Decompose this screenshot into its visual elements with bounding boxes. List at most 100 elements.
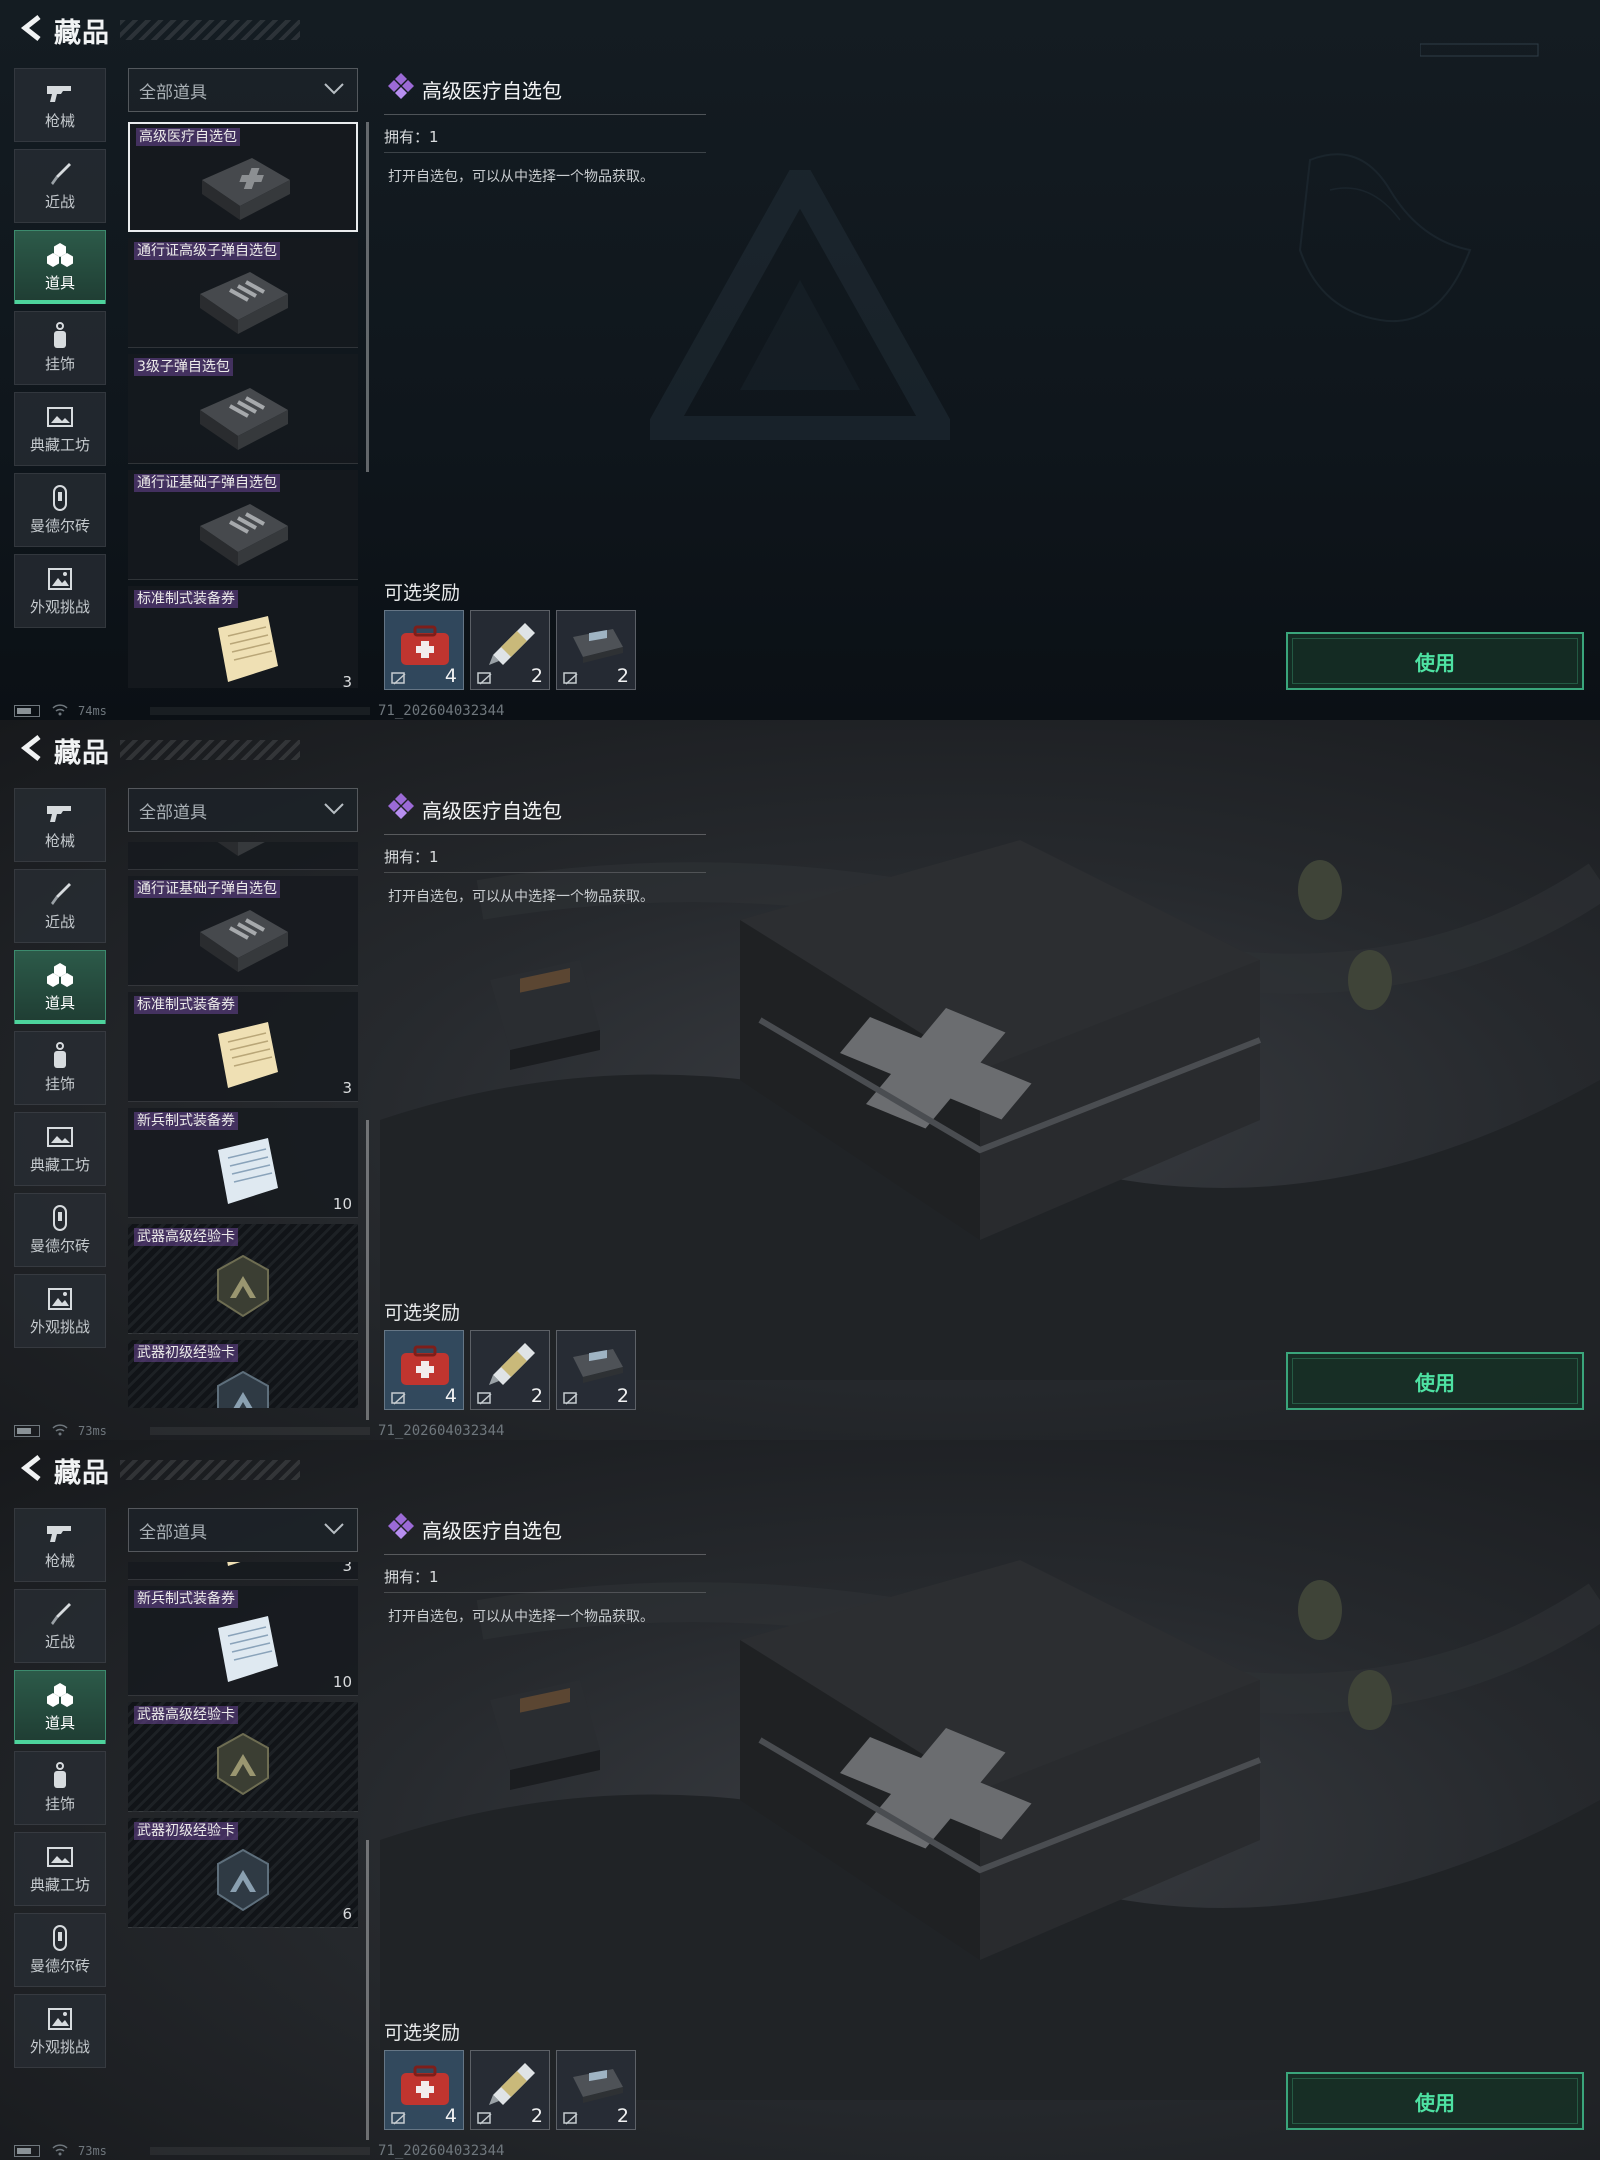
lock-icon <box>477 2111 493 2125</box>
nav-item-1[interactable]: 近战 <box>14 869 106 943</box>
reward-count: 2 <box>530 665 543 687</box>
detail-title: 高级医疗自选包 <box>422 78 562 103</box>
reward-slot-1[interactable]: 2 <box>470 1330 550 1410</box>
reward-slot-0[interactable]: 4 <box>384 2050 464 2130</box>
image-icon <box>45 2006 75 2032</box>
item-list[interactable]: 高级医疗自选包 通行证高级子弹自选包 3级子弹自选包 通行证基础子弹自选包 标准… <box>128 122 358 688</box>
item-count: 3 <box>342 673 352 688</box>
nav-item-6[interactable]: 外观挑战 <box>14 1994 106 2068</box>
header: 藏品 <box>14 12 110 49</box>
nav-item-4[interactable]: 典藏工坊 <box>14 392 106 466</box>
reward-slot-2[interactable]: 2 <box>556 2050 636 2130</box>
reward-slot-2[interactable]: 2 <box>556 610 636 690</box>
list-item-4[interactable]: 标准制式装备券 3 <box>128 1562 358 1580</box>
page-title: 藏品 <box>54 1457 110 1489</box>
nav-item-1[interactable]: 近战 <box>14 149 106 223</box>
list-item-5[interactable]: 新兵制式装备券 10 <box>128 1108 358 1218</box>
back-button[interactable] <box>14 12 50 48</box>
item-list[interactable]: 高级医疗自选包 通行证高级子弹自选包 3级子弹自选包 通行证基础子弹自选包 标准… <box>128 842 358 1408</box>
gun-icon <box>45 1520 75 1546</box>
list-scrollbar[interactable] <box>366 1120 369 1420</box>
ping-text: 73ms <box>78 1424 107 1438</box>
device-icon <box>567 2059 627 2111</box>
item-name: 标准制式装备券 <box>134 590 238 608</box>
use-label: 使用 <box>1415 1370 1455 1395</box>
chevron-down-icon <box>323 801 345 821</box>
back-arrow-icon <box>19 14 45 46</box>
nav-item-4[interactable]: 典藏工坊 <box>14 1832 106 1906</box>
nav-item-0[interactable]: 枪械 <box>14 788 106 862</box>
detail-header: 高级医疗自选包 <box>386 792 562 826</box>
list-item-4[interactable]: 标准制式装备券 3 <box>128 586 358 688</box>
nav-item-2[interactable]: 道具 <box>14 950 106 1024</box>
list-item-1[interactable]: 通行证高级子弹自选包 <box>128 238 358 348</box>
back-button[interactable] <box>14 732 50 768</box>
knife-icon <box>45 161 75 187</box>
nav-label: 典藏工坊 <box>29 1875 90 1894</box>
nav-label: 枪械 <box>44 831 75 850</box>
reward-slot-2[interactable]: 2 <box>556 1330 636 1410</box>
nav-item-5[interactable]: 曼德尔砖 <box>14 1193 106 1267</box>
nav-item-3[interactable]: 挂饰 <box>14 1751 106 1825</box>
filter-dropdown[interactable]: 全部道具 <box>128 788 358 832</box>
reward-slot-0[interactable]: 4 <box>384 610 464 690</box>
hud-decoration <box>1419 40 1540 63</box>
build-id: 71_202604032344 <box>378 703 505 719</box>
lock-icon <box>563 671 579 685</box>
list-item-6[interactable]: 武器高级经验卡 <box>128 1224 358 1334</box>
nav-item-0[interactable]: 枪械 <box>14 1508 106 1582</box>
list-item-7[interactable]: 武器初级经验卡 6 <box>128 1818 358 1928</box>
nav-item-1[interactable]: 近战 <box>14 1589 106 1663</box>
category-sidebar: 枪械 近战 道具 挂饰 典藏工坊 曼德尔砖 外观挑战 <box>14 788 106 1355</box>
list-item-2[interactable]: 3级子弹自选包 <box>128 354 358 464</box>
use-button[interactable]: 使用 <box>1286 1352 1584 1410</box>
device-icon <box>567 619 627 671</box>
nav-item-3[interactable]: 挂饰 <box>14 311 106 385</box>
image-icon <box>45 566 75 592</box>
filter-dropdown[interactable]: 全部道具 <box>128 68 358 112</box>
list-item-6[interactable]: 武器高级经验卡 <box>128 1702 358 1812</box>
nav-item-3[interactable]: 挂饰 <box>14 1031 106 1105</box>
rewards-heading: 可选奖励 <box>384 2022 461 2044</box>
list-item-4[interactable]: 标准制式装备券 3 <box>128 992 358 1102</box>
nav-item-2[interactable]: 道具 <box>14 1670 106 1744</box>
reward-count: 2 <box>616 2105 629 2127</box>
nav-item-2[interactable]: 道具 <box>14 230 106 304</box>
battery-icon <box>14 705 40 717</box>
map-outline <box>1298 153 1472 323</box>
list-scrollbar[interactable] <box>366 122 369 472</box>
reward-slot-1[interactable]: 2 <box>470 610 550 690</box>
owned-count: 拥有：1 <box>384 1568 439 1586</box>
back-button[interactable] <box>14 1452 50 1488</box>
use-button[interactable]: 使用 <box>1286 632 1584 690</box>
nav-item-0[interactable]: 枪械 <box>14 68 106 142</box>
item-thumbnail <box>188 1562 298 1572</box>
list-item-3[interactable]: 通行证基础子弹自选包 <box>128 470 358 580</box>
divider <box>384 872 706 873</box>
nav-item-6[interactable]: 外观挑战 <box>14 1274 106 1348</box>
nav-item-4[interactable]: 典藏工坊 <box>14 1112 106 1186</box>
list-item-2[interactable]: 3级子弹自选包 <box>128 842 358 870</box>
divider <box>384 1592 706 1593</box>
reward-count: 4 <box>444 2105 457 2127</box>
radio-prop <box>490 1680 600 1790</box>
use-button[interactable]: 使用 <box>1286 2072 1584 2130</box>
nav-item-6[interactable]: 外观挑战 <box>14 554 106 628</box>
filter-dropdown[interactable]: 全部道具 <box>128 1508 358 1552</box>
chevron-down-icon <box>323 1521 345 1541</box>
item-thumbnail <box>188 902 298 978</box>
list-item-5[interactable]: 新兵制式装备券 10 <box>128 1586 358 1696</box>
list-item-0[interactable]: 高级医疗自选包 <box>128 122 358 232</box>
nav-label: 道具 <box>44 993 75 1012</box>
list-item-7[interactable]: 武器初级经验卡 6 <box>128 1340 358 1408</box>
nav-item-5[interactable]: 曼德尔砖 <box>14 473 106 547</box>
nav-item-5[interactable]: 曼德尔砖 <box>14 1913 106 1987</box>
reward-slot-0[interactable]: 4 <box>384 1330 464 1410</box>
list-item-3[interactable]: 通行证基础子弹自选包 <box>128 876 358 986</box>
header: 藏品 <box>14 732 110 769</box>
build-id: 71_202604032344 <box>378 2143 505 2159</box>
item-list[interactable]: 高级医疗自选包 通行证高级子弹自选包 3级子弹自选包 通行证基础子弹自选包 标准… <box>128 1562 358 2128</box>
reward-slot-1[interactable]: 2 <box>470 2050 550 2130</box>
list-scrollbar[interactable] <box>366 1840 369 2140</box>
battery-icon <box>14 2145 40 2157</box>
